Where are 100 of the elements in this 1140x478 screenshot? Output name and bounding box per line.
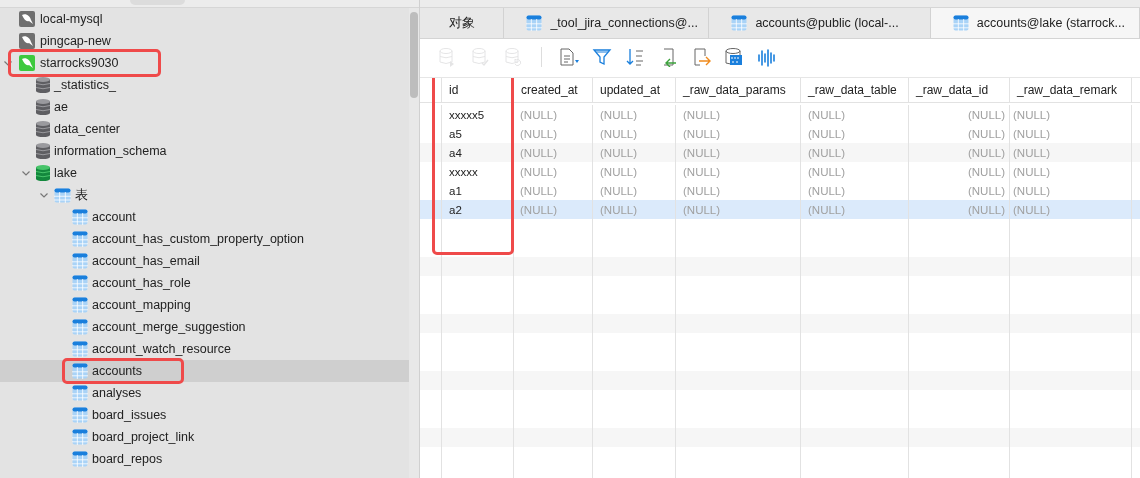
table-icon — [72, 319, 88, 335]
table-cell: (NULL) — [967, 184, 1005, 197]
table-cell: (NULL) — [600, 108, 638, 121]
table-cell: (NULL) — [520, 108, 558, 121]
tree-item[interactable]: account_watch_resource — [0, 338, 409, 360]
table-cell: (NULL) — [1013, 127, 1051, 140]
table-cell: (NULL) — [520, 127, 558, 140]
table-cell: a5 — [449, 127, 462, 140]
table-cell: (NULL) — [808, 165, 846, 178]
table-cell: (NULL) — [808, 146, 846, 159]
table-cell: a4 — [449, 146, 462, 159]
table-cell: (NULL) — [1013, 203, 1051, 216]
column-header[interactable]: updated_at — [593, 78, 676, 102]
table-row[interactable]: a4 (NULL) (NULL) (NULL) (NULL) (NULL) (NULL) — [420, 143, 1140, 162]
document-dropdown-icon[interactable] — [559, 47, 579, 67]
table-cell: (NULL) — [683, 146, 721, 159]
tree-item[interactable]: local-mysql — [0, 8, 409, 30]
tree-item[interactable]: accounts — [0, 360, 409, 382]
table-cell: (NULL) — [683, 108, 721, 121]
table-cell: (NULL) — [808, 184, 846, 197]
scrollbar[interactable] — [409, 8, 419, 478]
tree-item[interactable]: pingcap-new — [0, 30, 409, 52]
chevron-icon[interactable] — [4, 60, 12, 66]
table-cell: (NULL) — [683, 203, 721, 216]
tree-item[interactable]: board_project_link — [0, 426, 409, 448]
chevron-icon[interactable] — [22, 170, 30, 176]
table-cell: (NULL) — [967, 127, 1005, 140]
table-icon — [72, 363, 88, 379]
column-header[interactable]: _raw_data_table — [801, 78, 909, 102]
database-binary-icon[interactable] — [724, 47, 744, 67]
tree-item[interactable]: information_schema — [0, 140, 409, 162]
table-cell: xxxxx5 — [449, 108, 485, 121]
table-icon — [72, 451, 88, 467]
filter-icon[interactable] — [592, 47, 612, 67]
table-cell: a2 — [449, 203, 462, 216]
table-cell: (NULL) — [683, 184, 721, 197]
table-cell: (NULL) — [600, 146, 638, 159]
table-cell: (NULL) — [1013, 165, 1051, 178]
table-cell: (NULL) — [683, 127, 721, 140]
table-row[interactable]: a2 (NULL) (NULL) (NULL) (NULL) (NULL) (NULL) — [420, 200, 1140, 219]
table-cell: (NULL) — [600, 165, 638, 178]
table-cell: xxxxx — [449, 165, 478, 178]
tree-item[interactable]: account_has_email — [0, 250, 409, 272]
tree-item[interactable]: analyses — [0, 382, 409, 404]
tree-item[interactable]: ae — [0, 96, 409, 118]
table-icon — [72, 231, 88, 247]
column-header[interactable]: id — [442, 78, 514, 102]
table-cell: (NULL) — [520, 146, 558, 159]
table-icon — [72, 209, 88, 225]
tree-item[interactable]: account_merge_suggestion — [0, 316, 409, 338]
table-icon — [952, 15, 969, 31]
table-cell: (NULL) — [600, 127, 638, 140]
tree-item[interactable]: account_has_role — [0, 272, 409, 294]
table-cell: (NULL) — [967, 203, 1005, 216]
tree-item[interactable]: account — [0, 206, 409, 228]
table-cell: a1 — [449, 184, 462, 197]
table-icon — [72, 429, 88, 445]
table-icon — [72, 253, 88, 269]
column-header[interactable]: created_at — [514, 78, 593, 102]
column-header[interactable]: _raw_data_id — [909, 78, 1010, 102]
table-cell: (NULL) — [520, 165, 558, 178]
tree-item[interactable]: 表 — [0, 184, 409, 206]
column-header[interactable]: _raw_data_remark — [1010, 78, 1132, 102]
table-icon — [731, 15, 748, 31]
export-icon[interactable] — [691, 47, 711, 67]
tree-item[interactable]: board_repos — [0, 448, 409, 470]
tree-item[interactable]: _statistics_ — [0, 74, 409, 96]
table-cell: (NULL) — [1013, 184, 1051, 197]
table-group-icon — [54, 187, 71, 203]
table-icon — [526, 15, 543, 31]
sort-icon[interactable] — [625, 47, 645, 67]
table-cell: (NULL) — [808, 203, 846, 216]
table-cell: (NULL) — [1013, 146, 1051, 159]
table-cell: (NULL) — [967, 165, 1005, 178]
table-icon — [72, 297, 88, 313]
table-cell: (NULL) — [967, 108, 1005, 121]
column-header[interactable]: _raw_data_params — [676, 78, 801, 102]
tree-item[interactable]: lake — [0, 162, 409, 184]
tree-item[interactable]: data_center — [0, 118, 409, 140]
table-cell: (NULL) — [967, 146, 1005, 159]
table-cell: (NULL) — [808, 108, 846, 121]
table-icon — [72, 275, 88, 291]
chevron-icon[interactable] — [40, 192, 48, 198]
tree-item[interactable]: starrocks9030 — [0, 52, 409, 74]
scroll-thumb[interactable] — [410, 12, 418, 98]
table-cell: (NULL) — [600, 203, 638, 216]
table-cell: (NULL) — [520, 203, 558, 216]
table-row[interactable]: xxxxx (NULL) (NULL) (NULL) (NULL) (NULL) (NULL) — [420, 162, 1140, 181]
tab[interactable]: accounts@lake (starrock... — [930, 8, 1140, 38]
table-cell: (NULL) — [600, 184, 638, 197]
tree-item[interactable]: board_issues — [0, 404, 409, 426]
tree-item[interactable]: account_has_custom_property_option — [0, 228, 409, 250]
table-icon — [72, 341, 88, 357]
table-icon — [72, 385, 88, 401]
table-icon — [72, 407, 88, 423]
waveform-icon[interactable] — [757, 47, 777, 67]
table-cell: (NULL) — [808, 127, 846, 140]
table-row[interactable]: xxxxx5 (NULL) (NULL) (NULL) (NULL) (NULL) (NULL) — [420, 105, 1140, 124]
table-cell: (NULL) — [520, 184, 558, 197]
tree-item[interactable]: account_mapping — [0, 294, 409, 316]
